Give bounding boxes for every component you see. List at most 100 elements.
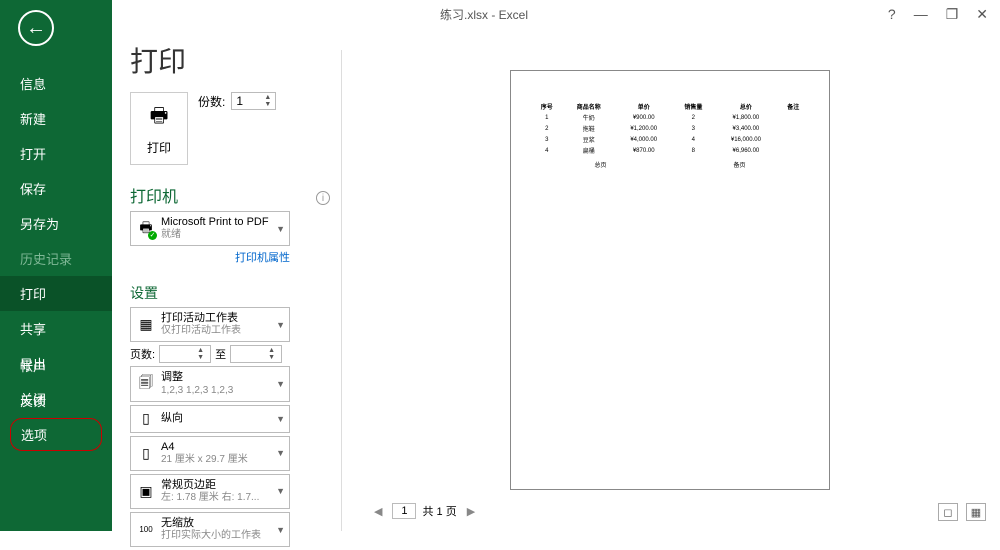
- preview-cell: [777, 123, 809, 134]
- nav-account[interactable]: 帐户: [0, 348, 112, 383]
- collate-title: 调整: [161, 371, 233, 384]
- preview-cell: 4: [672, 134, 714, 145]
- page-navigation: ◀ 1 共 1 页 ▶: [370, 503, 479, 519]
- pages-label: 页数:: [130, 346, 155, 362]
- nav-share[interactable]: 共享: [0, 311, 112, 346]
- preview-header-cell: 总价: [714, 101, 777, 112]
- preview-page: 序号商品名称单价销售量总价备注 1牛奶¥900.002¥1,800.002拖鞋¥…: [510, 70, 830, 490]
- printer-name: Microsoft Print to PDF: [161, 216, 269, 229]
- print-button-label: 打印: [147, 139, 171, 156]
- copies-spinner[interactable]: ▲▼: [231, 92, 276, 110]
- paper-dropdown[interactable]: ▯ A4 21 厘米 x 29.7 厘米 ▼: [130, 436, 290, 471]
- collate-sub: 1,2,3 1,2,3 1,2,3: [161, 385, 233, 397]
- scaling-sub: 打印实际大小的工作表: [161, 530, 261, 542]
- nav-save[interactable]: 保存: [0, 171, 112, 206]
- chevron-down-icon: ▼: [276, 379, 285, 389]
- print-sheets-dropdown[interactable]: ▦ 打印活动工作表 仅打印活动工作表 ▼: [130, 307, 290, 342]
- print-panel: 打印 🖶 打印 份数: ▲▼ 打印机 i 🖶✓ Microsoft Print …: [130, 40, 330, 550]
- margins-icon: ▣: [137, 482, 155, 500]
- orientation-dropdown[interactable]: ▯ 纵向 ▼: [130, 405, 290, 433]
- title-bar: 练习.xlsx - Excel: [440, 6, 528, 23]
- preview-table: 序号商品名称单价销售量总价备注 1牛奶¥900.002¥1,800.002拖鞋¥…: [531, 101, 809, 156]
- nav-print[interactable]: 打印: [0, 276, 112, 311]
- chevron-down-icon: ▼: [276, 320, 285, 330]
- nav-saveas[interactable]: 另存为: [0, 206, 112, 241]
- nav-feedback[interactable]: 反馈: [0, 383, 112, 418]
- close-button[interactable]: ✕: [976, 6, 988, 23]
- preview-cell: ¥4,000.00: [615, 134, 672, 145]
- nav-open[interactable]: 打开: [0, 136, 112, 171]
- preview-header-cell: 序号: [531, 101, 563, 112]
- pages-to-label: 至: [215, 346, 226, 362]
- preview-cell: ¥1,800.00: [714, 112, 777, 123]
- paper-title: A4: [161, 441, 248, 454]
- preview-cell: ¥3,400.00: [714, 123, 777, 134]
- orientation-title: 纵向: [161, 412, 183, 425]
- grid-icon: ▦: [137, 316, 155, 334]
- printer-status: 就绪: [161, 229, 269, 241]
- nav-options[interactable]: 选项: [10, 418, 102, 451]
- pages-from-spinner[interactable]: ▲▼: [159, 345, 211, 363]
- chevron-down-icon: ▼: [276, 486, 285, 496]
- collate-dropdown[interactable]: 🗐 调整 1,2,3 1,2,3 1,2,3 ▼: [130, 366, 290, 401]
- preview-cell: ¥870.00: [615, 145, 672, 156]
- back-arrow-icon: ←: [26, 17, 46, 40]
- print-preview: 序号商品名称单价销售量总价备注 1牛奶¥900.002¥1,800.002拖鞋¥…: [360, 70, 980, 491]
- preview-footer-left: 总页: [594, 160, 606, 169]
- page-icon: ▯: [137, 444, 155, 462]
- preview-cell: ¥900.00: [615, 112, 672, 123]
- chevron-down-icon[interactable]: ▼: [264, 101, 271, 108]
- next-page-button[interactable]: ▶: [463, 505, 479, 518]
- preview-cell: 4: [531, 145, 563, 156]
- preview-cell: ¥1,200.00: [615, 123, 672, 134]
- printer-icon: 🖶: [147, 101, 171, 135]
- preview-cell: [777, 112, 809, 123]
- nav-new[interactable]: 新建: [0, 101, 112, 136]
- preview-row: 3豆浆¥4,000.004¥16,000.00: [531, 134, 809, 145]
- copies-input[interactable]: [236, 94, 264, 108]
- minimize-button[interactable]: —: [914, 6, 928, 23]
- margins-dropdown[interactable]: ▣ 常规页边距 左: 1.78 厘米 右: 1.7... ▼: [130, 474, 290, 509]
- pages-from-input[interactable]: [161, 347, 197, 361]
- info-icon[interactable]: i: [316, 191, 330, 205]
- preview-cell: 3: [672, 123, 714, 134]
- nav-history[interactable]: 历史记录: [0, 241, 112, 276]
- preview-cell: ¥6,960.00: [714, 145, 777, 156]
- help-button[interactable]: ?: [888, 6, 896, 23]
- scaling-dropdown[interactable]: 100 无缩放 打印实际大小的工作表 ▼: [130, 512, 290, 547]
- prev-page-button[interactable]: ◀: [370, 505, 386, 518]
- chevron-up-icon[interactable]: ▲: [264, 94, 271, 101]
- page-number-input[interactable]: 1: [392, 503, 416, 519]
- preview-cell: 3: [531, 134, 563, 145]
- preview-cell: 豆浆: [563, 134, 616, 145]
- nav-info[interactable]: 信息: [0, 66, 112, 101]
- preview-header-cell: 销售量: [672, 101, 714, 112]
- show-margins-button[interactable]: ▦: [966, 503, 986, 521]
- pages-to-spinner[interactable]: ▲▼: [230, 345, 282, 363]
- print-button[interactable]: 🖶 打印: [130, 92, 188, 165]
- printer-device-icon: 🖶✓: [137, 220, 155, 238]
- chevron-down-icon: ▼: [276, 525, 285, 535]
- printer-dropdown[interactable]: 🖶✓ Microsoft Print to PDF 就绪 ▼: [130, 211, 290, 246]
- preview-row: 1牛奶¥900.002¥1,800.00: [531, 112, 809, 123]
- printer-heading: 打印机: [130, 183, 330, 207]
- preview-cell: 8: [672, 145, 714, 156]
- preview-cell: ¥16,000.00: [714, 134, 777, 145]
- copies-label: 份数:: [198, 93, 225, 110]
- check-icon: ✓: [148, 231, 157, 240]
- printer-properties-link[interactable]: 打印机属性: [130, 249, 290, 265]
- scaling-icon: 100: [137, 521, 155, 539]
- preview-cell: 2: [531, 123, 563, 134]
- chevron-down-icon: ▼: [276, 224, 285, 234]
- chevron-down-icon: ▼: [276, 414, 285, 424]
- zoom-to-page-button[interactable]: ◻: [938, 503, 958, 521]
- portrait-icon: ▯: [137, 410, 155, 428]
- preview-footer-right: 备页: [733, 160, 745, 169]
- zoom-controls: ◻ ▦: [938, 503, 986, 521]
- restore-button[interactable]: ❐: [946, 6, 959, 23]
- page-total-label: 共 1 页: [422, 503, 456, 519]
- back-button[interactable]: ←: [18, 10, 54, 46]
- pages-to-input[interactable]: [232, 347, 268, 361]
- print-sheets-title: 打印活动工作表: [161, 312, 241, 325]
- preview-cell: 拖鞋: [563, 123, 616, 134]
